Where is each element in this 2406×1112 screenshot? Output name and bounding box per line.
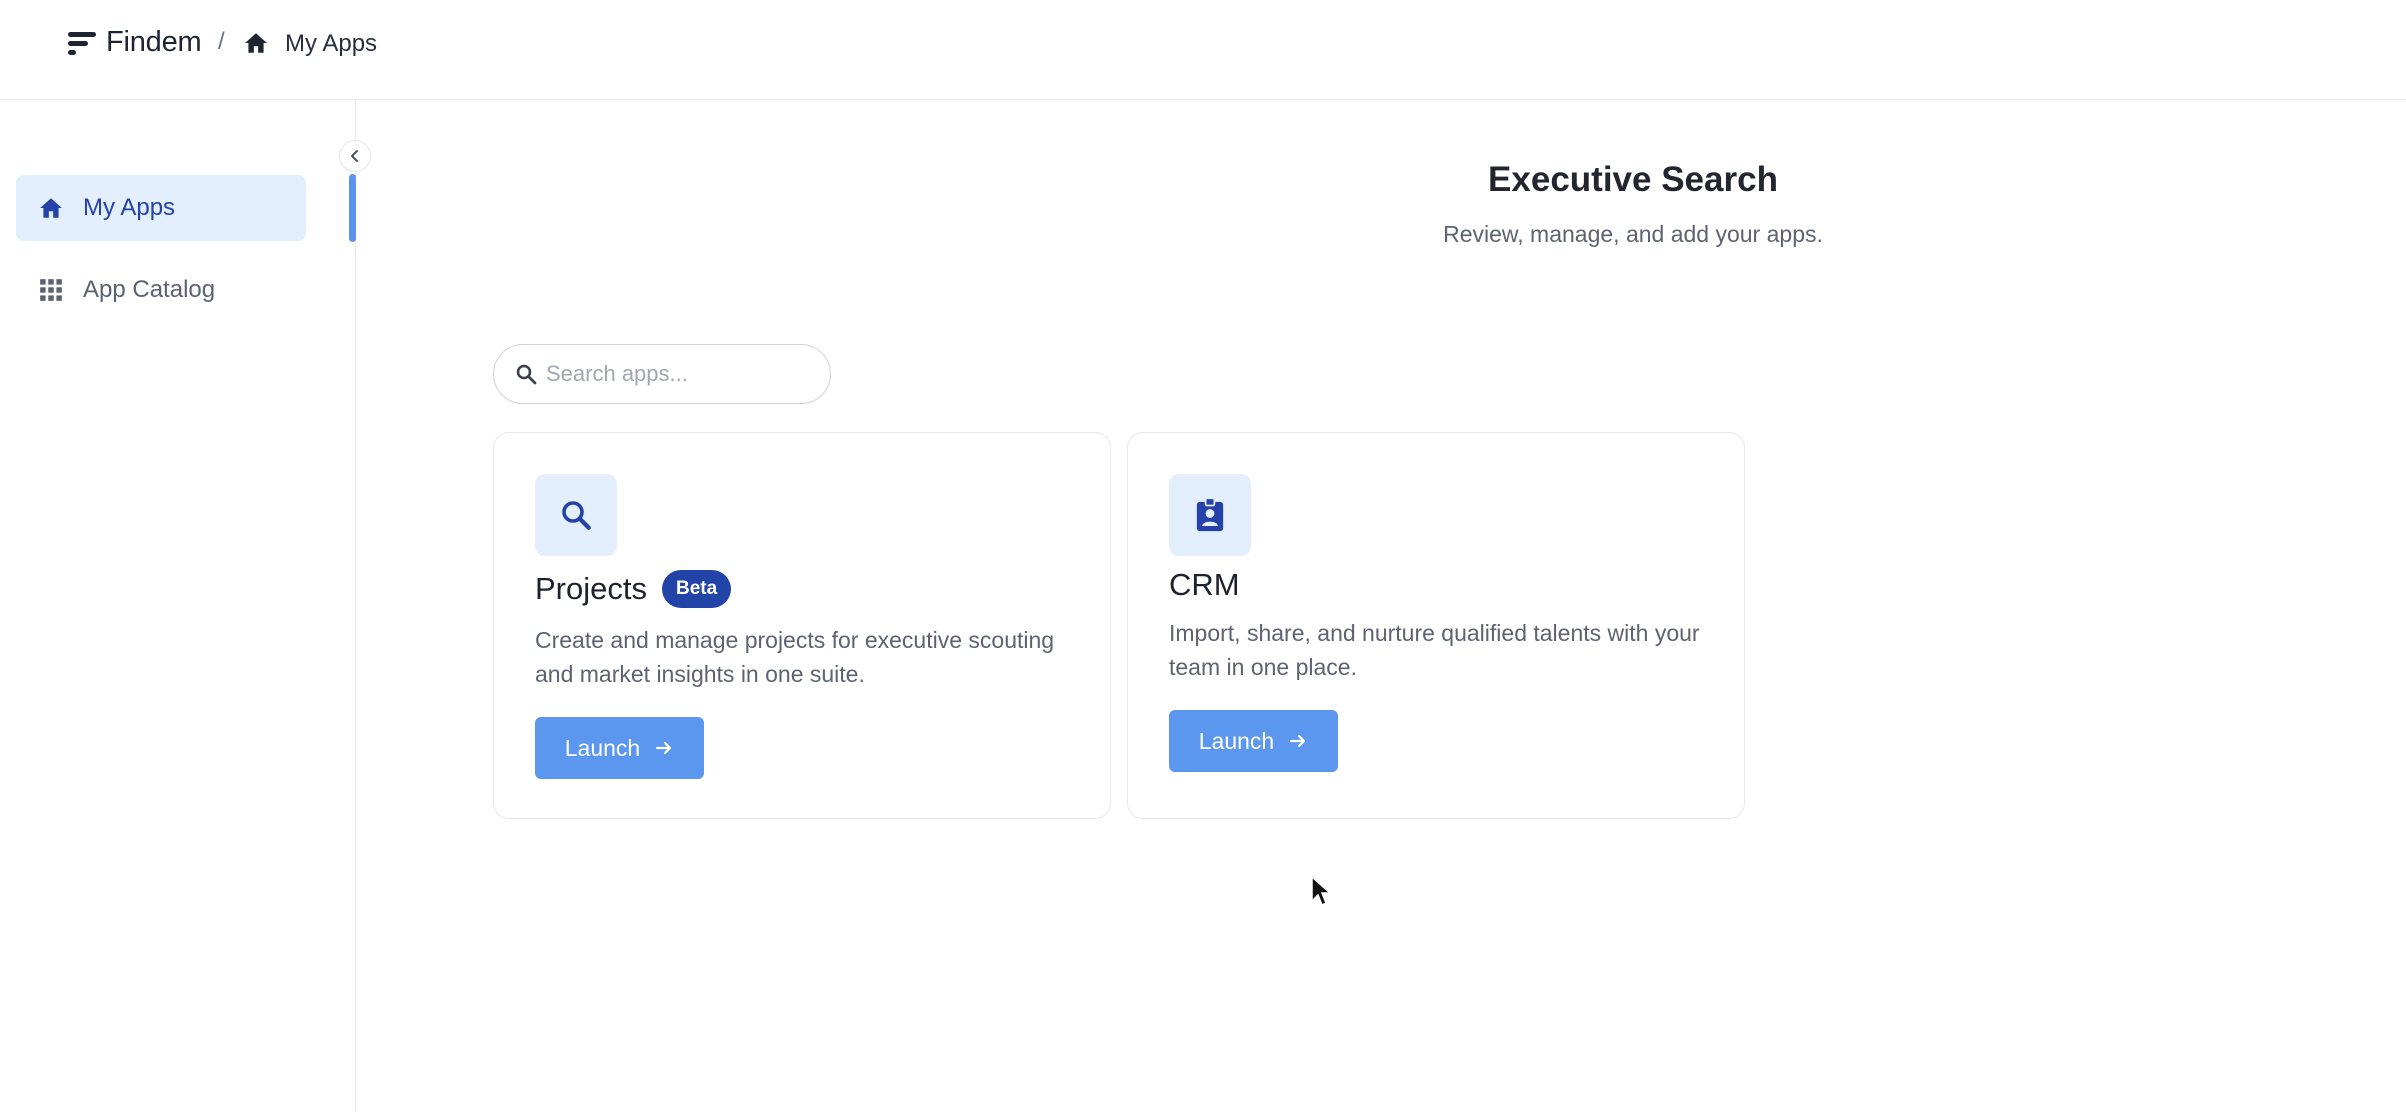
brand-name: Findem: [106, 26, 202, 58]
arrow-right-icon: [656, 741, 672, 755]
app-icon-tile: [535, 474, 617, 556]
app-description: Create and manage projects for executive…: [535, 627, 1055, 687]
home-icon: [40, 198, 62, 218]
app-card-crm: CRM Import, share, and nurture qualified…: [1127, 432, 1745, 819]
home-icon[interactable]: [243, 30, 269, 56]
sidebar-item-label: My Apps: [83, 194, 176, 221]
sidebar-item-my-apps[interactable]: My Apps: [16, 175, 306, 241]
search-icon: [516, 364, 537, 385]
page-title: Executive Search: [1488, 160, 1778, 199]
app-name: CRM: [1169, 567, 1240, 602]
mouse-cursor-icon: [1311, 875, 1332, 907]
launch-label: Launch: [564, 734, 641, 761]
sidebar-scrollbar[interactable]: [349, 174, 356, 242]
app-description: Import, share, and nurture qualified tal…: [1169, 620, 1700, 680]
badge-id-icon: [1196, 497, 1224, 532]
brand[interactable]: Findem: [68, 26, 202, 59]
launch-projects-button[interactable]: Launch: [535, 717, 704, 779]
chevron-left-icon: [351, 150, 358, 162]
app-icon-tile: [1169, 474, 1251, 556]
app-card-projects: Projects Beta Create and manage projects…: [493, 432, 1111, 819]
sidebar-item-app-catalog[interactable]: App Catalog: [16, 257, 306, 323]
arrow-right-icon: [1290, 734, 1306, 748]
launch-crm-button[interactable]: Launch: [1169, 710, 1338, 772]
search-input[interactable]: [546, 355, 816, 393]
breadcrumb-current[interactable]: My Apps: [285, 30, 377, 58]
findem-logo-icon: [68, 28, 98, 58]
search-box[interactable]: [493, 344, 831, 404]
page-subtitle: Review, manage, and add your apps.: [1443, 221, 1823, 247]
sidebar: [0, 100, 356, 1112]
beta-badge: Beta: [662, 570, 732, 608]
sidebar-collapse-button[interactable]: [339, 140, 371, 172]
search-icon: [562, 501, 591, 530]
launch-label: Launch: [1198, 727, 1275, 754]
breadcrumb-separator: /: [218, 28, 225, 55]
sidebar-item-label: App Catalog: [83, 276, 216, 303]
top-header: Findem / My Apps: [0, 0, 2406, 100]
app-name: Projects: [535, 571, 647, 606]
grid-icon: [40, 279, 62, 301]
